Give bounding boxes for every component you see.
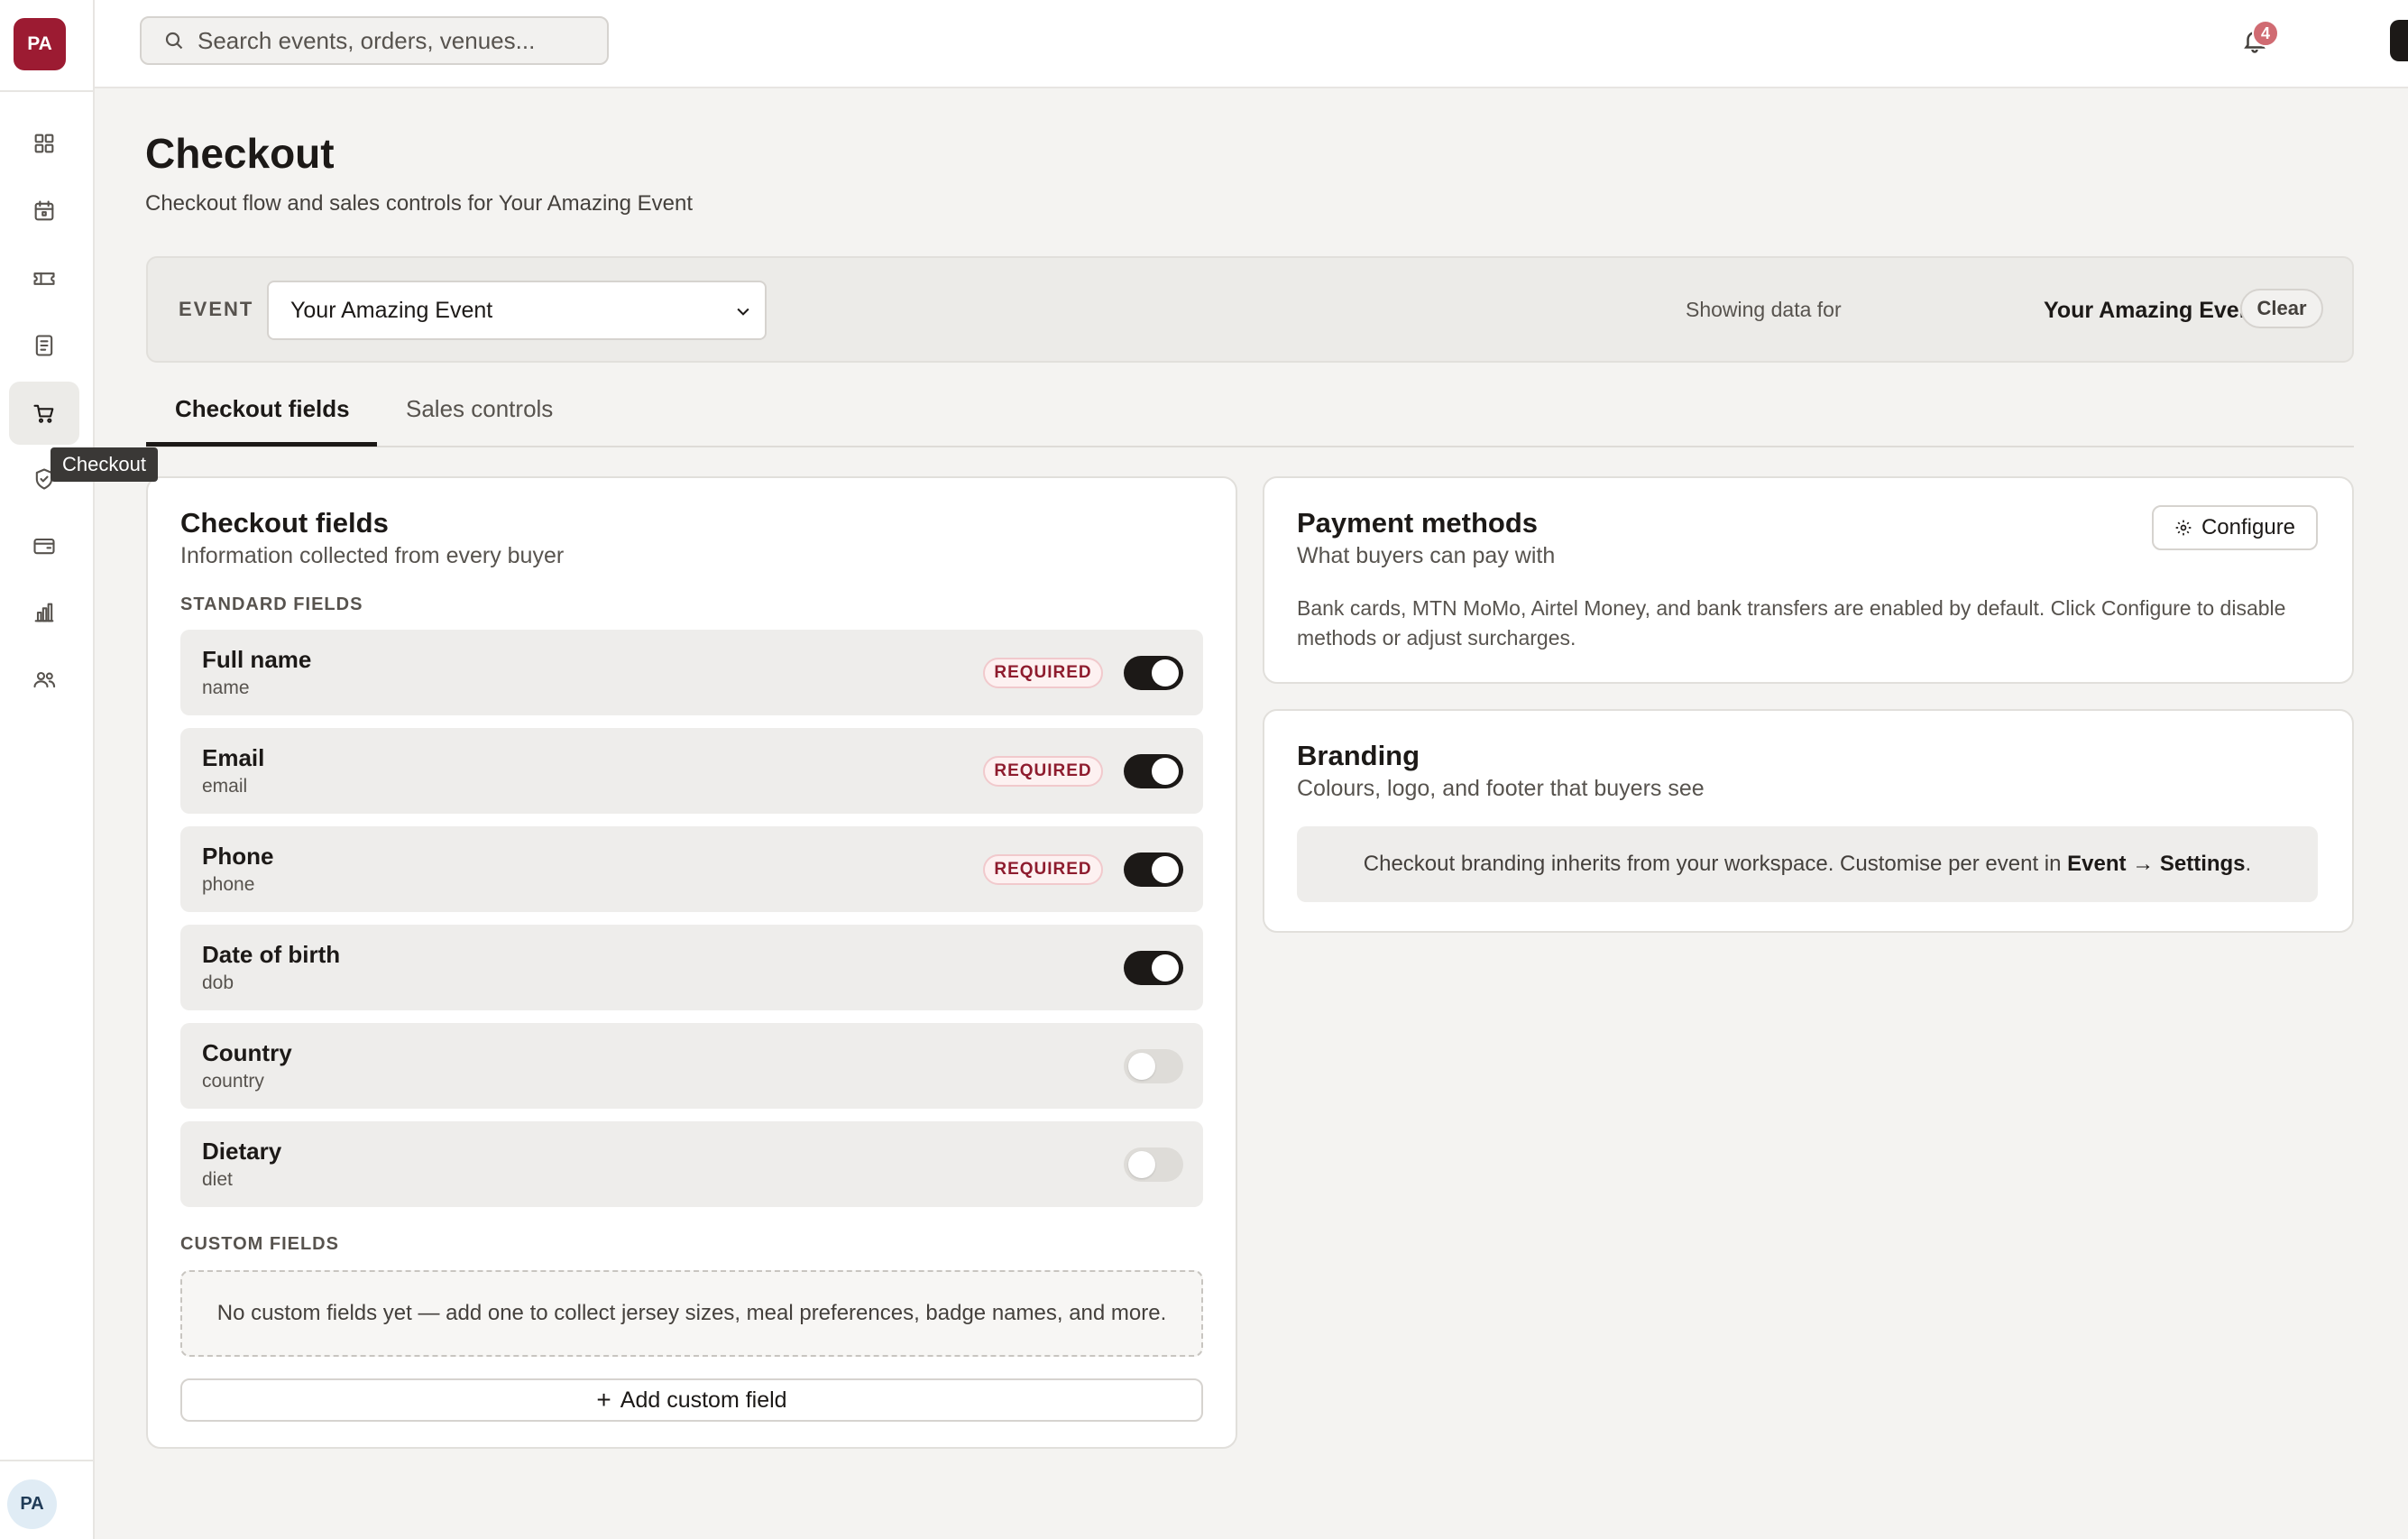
search-icon: [165, 32, 183, 50]
top-right-action[interactable]: [2390, 20, 2408, 61]
field-toggle[interactable]: [1124, 1049, 1183, 1083]
sidebar-item-dashboard[interactable]: [9, 112, 79, 175]
field-key: dob: [202, 972, 234, 993]
sidebar-divider: [0, 90, 93, 92]
notification-badge: 4: [2252, 20, 2279, 47]
custom-fields-empty-state: No custom fields yet — add one to collec…: [180, 1270, 1203, 1357]
tab-bar: Checkout fields Sales controls: [146, 386, 2354, 447]
users-icon: [33, 671, 56, 688]
field-toggle[interactable]: [1124, 656, 1183, 690]
field-name: Email: [202, 744, 265, 771]
tab-sales-controls[interactable]: Sales controls: [406, 395, 553, 423]
dashboard-icon: [34, 134, 54, 153]
showing-event: Your Amazing Event: [2044, 298, 2261, 323]
field-row: Dietary diet: [180, 1121, 1203, 1207]
calendar-icon: [34, 200, 54, 221]
sidebar-item-payments[interactable]: [9, 514, 79, 577]
top-bar: [95, 0, 2408, 88]
field-key: name: [202, 677, 250, 698]
sidebar-tooltip: Checkout: [51, 447, 158, 482]
field-toggle[interactable]: [1124, 951, 1183, 985]
field-name: Country: [202, 1039, 292, 1066]
field-key: email: [202, 776, 248, 797]
event-select[interactable]: Your Amazing Event: [267, 281, 767, 340]
add-custom-field-button[interactable]: + Add custom field: [180, 1378, 1203, 1422]
payment-methods-title: Payment methods: [1297, 507, 1539, 539]
sidebar-item-team[interactable]: [9, 648, 79, 711]
checkout-fields-subtitle: Information collected from every buyer: [180, 543, 565, 568]
workspace-logo[interactable]: PA: [14, 18, 66, 70]
document-icon: [35, 335, 53, 356]
search-input[interactable]: [198, 26, 594, 55]
configure-button[interactable]: Configure: [2152, 505, 2318, 550]
branding-note-text: Checkout branding inherits from your wor…: [1363, 852, 2062, 876]
payment-methods-subtitle: What buyers can pay with: [1297, 543, 1556, 568]
chevron-down-icon: [734, 302, 752, 325]
checkout-fields-title: Checkout fields: [180, 507, 389, 539]
tab-checkout-fields[interactable]: Checkout fields: [175, 395, 350, 423]
standard-fields-label: STANDARD FIELDS: [180, 594, 363, 614]
field-key: diet: [202, 1169, 233, 1190]
gear-icon: [2175, 520, 2192, 536]
field-key: country: [202, 1071, 264, 1092]
branding-title: Branding: [1297, 740, 1420, 771]
plus-icon: +: [596, 1386, 611, 1414]
field-toggle[interactable]: [1124, 852, 1183, 887]
sidebar-item-orders[interactable]: [9, 314, 79, 377]
showing-label: Showing data for: [1686, 298, 1842, 321]
field-row: Full name name REQUIRED: [180, 630, 1203, 715]
sidebar: PA PA: [0, 0, 95, 1539]
wallet-icon: [33, 538, 55, 555]
configure-label: Configure: [2201, 515, 2296, 539]
field-name: Dietary: [202, 1138, 282, 1165]
branding-card: Branding Colours, logo, and footer that …: [1263, 709, 2354, 933]
field-name: Date of birth: [202, 941, 341, 968]
payment-methods-description: Bank cards, MTN MoMo, Airtel Money, and …: [1297, 596, 2286, 650]
active-tab-indicator: [146, 442, 377, 447]
sidebar-divider-bottom: [0, 1460, 93, 1461]
field-name: Phone: [202, 843, 274, 870]
branding-note-suffix: .: [2245, 852, 2252, 876]
event-settings-link[interactable]: Event → Settings: [2067, 852, 2245, 877]
field-toggle[interactable]: [1124, 1147, 1183, 1182]
clear-button[interactable]: Clear: [2240, 289, 2323, 328]
required-badge: REQUIRED: [983, 854, 1103, 885]
payment-methods-card: Payment methods What buyers can pay with…: [1263, 476, 2354, 684]
search-box[interactable]: [140, 16, 609, 65]
user-avatar[interactable]: PA: [7, 1479, 57, 1529]
add-custom-field-label: Add custom field: [620, 1387, 787, 1413]
branding-note: Checkout branding inherits from your wor…: [1297, 826, 2318, 902]
sidebar-item-events[interactable]: [9, 180, 79, 243]
sidebar-item-reports[interactable]: [9, 581, 79, 644]
required-badge: REQUIRED: [983, 756, 1103, 787]
bar-chart-icon: [34, 603, 54, 622]
page-title: Checkout: [145, 130, 335, 177]
field-row: Phone phone REQUIRED: [180, 826, 1203, 912]
field-row: Date of birth dob: [180, 925, 1203, 1010]
checkout-fields-card: Checkout fields Information collected fr…: [146, 476, 1237, 1449]
sidebar-item-tickets[interactable]: [9, 247, 79, 310]
branding-subtitle: Colours, logo, and footer that buyers se…: [1297, 776, 1705, 801]
page-subtitle: Checkout flow and sales controls for You…: [145, 191, 694, 216]
event-select-value: Your Amazing Event: [290, 297, 493, 323]
custom-fields-label: CUSTOM FIELDS: [180, 1234, 339, 1254]
required-badge: REQUIRED: [983, 658, 1103, 688]
event-filter-bar: EVENT Your Amazing Event Showing data fo…: [146, 256, 2354, 363]
field-key: phone: [202, 874, 255, 895]
field-toggle[interactable]: [1124, 754, 1183, 788]
cart-icon: [33, 404, 54, 423]
field-name: Full name: [202, 646, 312, 673]
event-label: EVENT: [179, 298, 254, 320]
ticket-icon: [33, 272, 55, 285]
sidebar-item-checkout[interactable]: [9, 382, 79, 445]
field-row: Email email REQUIRED: [180, 728, 1203, 814]
field-row: Country country: [180, 1023, 1203, 1109]
